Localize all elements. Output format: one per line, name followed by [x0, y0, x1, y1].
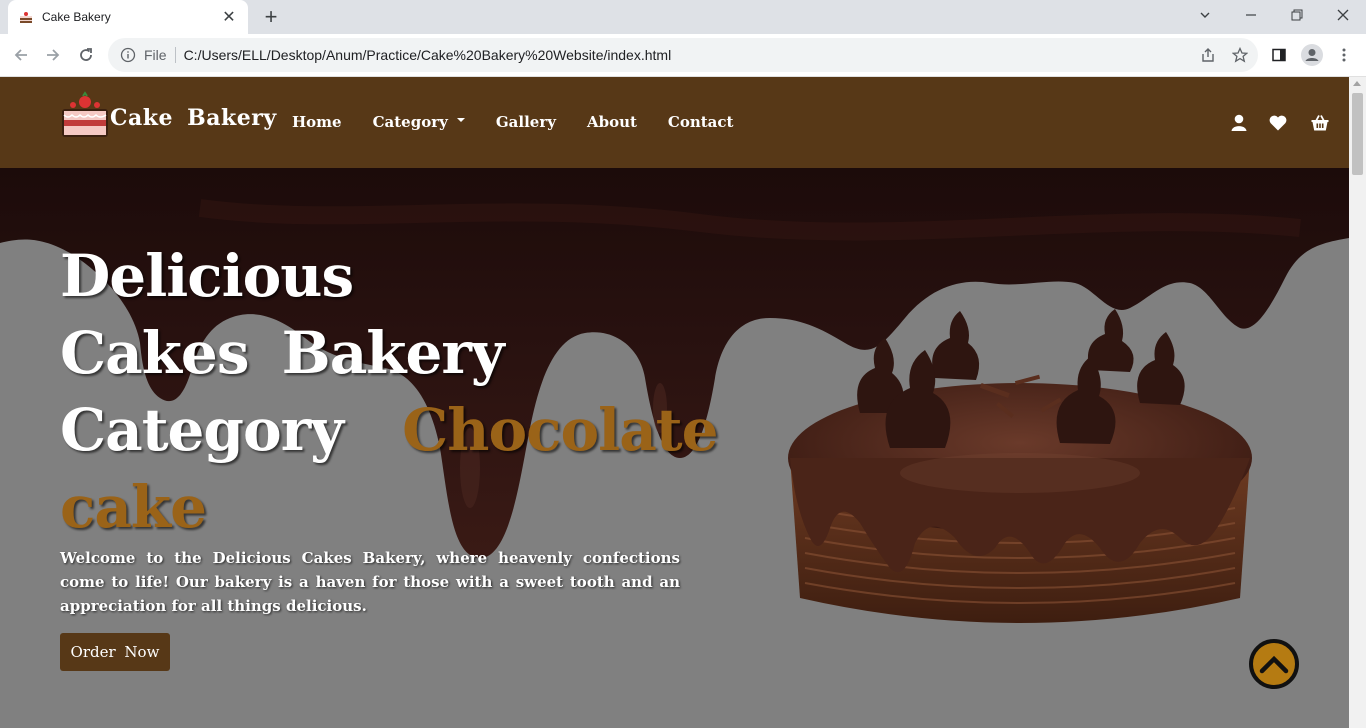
- user-icon[interactable]: [1229, 113, 1249, 133]
- browser-menu-icon[interactable]: [1333, 44, 1355, 66]
- page-scrollbar[interactable]: [1349, 77, 1366, 728]
- profile-avatar-icon[interactable]: [1301, 44, 1323, 66]
- minimize-icon[interactable]: [1228, 0, 1274, 30]
- restore-icon[interactable]: [1274, 0, 1320, 30]
- browser-tab[interactable]: Cake Bakery ✕: [8, 0, 248, 34]
- hero-title-line3: Category Chocolate: [60, 392, 718, 469]
- hero-title-chocolate: Chocolate: [402, 396, 718, 464]
- hero-title-line2: Cakes Bakery: [60, 319, 505, 387]
- tab-close-icon[interactable]: ✕: [220, 7, 238, 27]
- menu-item-label: Home: [292, 113, 342, 131]
- share-icon[interactable]: [1197, 44, 1219, 66]
- new-tab-button[interactable]: +: [258, 4, 284, 30]
- cake-favicon-icon: [20, 12, 32, 23]
- menu-item-label: About: [586, 113, 637, 131]
- cake-logo-icon[interactable]: [60, 91, 110, 139]
- menu-item-gallery[interactable]: Gallery: [496, 113, 556, 131]
- hero-title-line1: Delicious: [60, 242, 354, 310]
- page-viewport: Cake Bakery Home Category Gallery About …: [0, 77, 1349, 728]
- forward-icon[interactable]: [38, 40, 68, 70]
- order-now-button[interactable]: Order Now: [60, 633, 170, 671]
- menu-item-home[interactable]: Home: [292, 113, 342, 131]
- site-logo-text[interactable]: Cake Bakery: [110, 105, 277, 131]
- site-navbar: Cake Bakery Home Category Gallery About …: [0, 77, 1349, 168]
- hero-title: Delicious Cakes Bakery Category Chocolat…: [60, 238, 718, 546]
- menu-item-label: Contact: [667, 113, 734, 131]
- menu-item-label: Category: [372, 113, 448, 131]
- info-icon[interactable]: [120, 47, 136, 63]
- tab-title: Cake Bakery: [42, 10, 111, 24]
- back-icon[interactable]: [6, 40, 36, 70]
- browser-tabstrip: Cake Bakery ✕ +: [0, 0, 1366, 34]
- address-url[interactable]: C:/Users/ELL/Desktop/Anum/Practice/Cake%…: [184, 47, 672, 63]
- menu-item-contact[interactable]: Contact: [668, 113, 734, 131]
- back-to-top-button[interactable]: [1249, 639, 1299, 689]
- close-window-icon[interactable]: [1320, 0, 1366, 30]
- hero-description: Welcome to the Delicious Cakes Bakery, w…: [60, 549, 680, 615]
- tab-search-icon[interactable]: [1182, 0, 1228, 30]
- address-scheme: File: [144, 47, 167, 63]
- reload-icon[interactable]: [71, 40, 101, 70]
- address-separator: [174, 47, 176, 63]
- hero-title-cake: cake: [60, 473, 207, 541]
- menu-item-about[interactable]: About: [587, 113, 637, 131]
- bookmark-star-icon[interactable]: [1229, 44, 1251, 66]
- hero-section: Delicious Cakes Bakery Category Chocolat…: [0, 168, 1349, 728]
- scroll-up-arrow-icon[interactable]: [1353, 81, 1361, 86]
- browser-toolbar: File C:/Users/ELL/Desktop/Anum/Practice/…: [0, 34, 1366, 77]
- heart-icon[interactable]: [1268, 113, 1288, 133]
- chocolate-cake-image: [788, 309, 1252, 623]
- address-bar[interactable]: File C:/Users/ELL/Desktop/Anum/Practice/…: [108, 38, 1258, 72]
- basket-icon[interactable]: [1310, 113, 1330, 133]
- hero-title-category: Category: [60, 396, 344, 464]
- main-menu: Home Category Gallery About Contact: [292, 113, 764, 131]
- side-panel-icon[interactable]: [1268, 44, 1290, 66]
- menu-item-category[interactable]: Category: [373, 113, 465, 131]
- caret-down-icon: [456, 118, 465, 122]
- chevron-up-icon: [1259, 655, 1289, 674]
- menu-item-label: Gallery: [495, 113, 556, 131]
- scrollbar-thumb[interactable]: [1352, 93, 1363, 175]
